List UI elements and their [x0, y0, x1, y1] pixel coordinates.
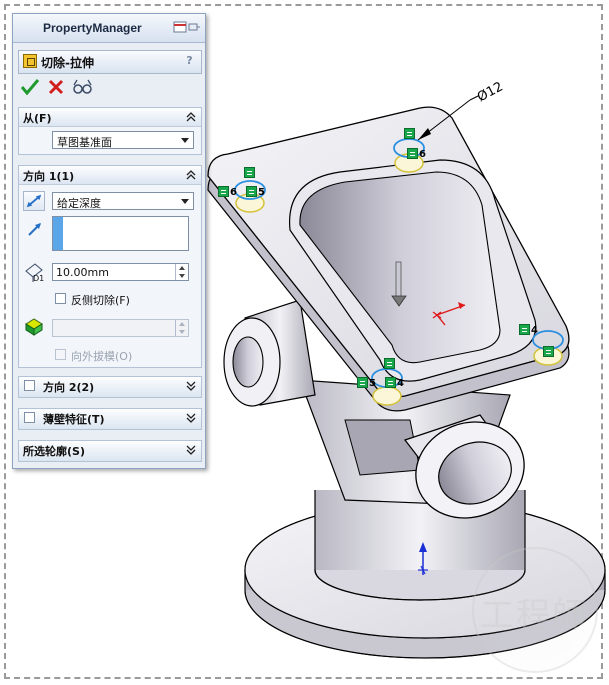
draft-outward-label: 向外拔模(O): [71, 350, 133, 363]
marker-label: 5: [258, 187, 265, 198]
selected-contours-section-header[interactable]: 所选轮廓(S): [19, 441, 201, 461]
direction1-section-header[interactable]: 方向 1(1): [19, 166, 201, 185]
reverse-direction-icon[interactable]: [23, 191, 45, 211]
draft-outward-checkbox[interactable]: 向外拔模(O): [55, 347, 185, 363]
feature-name: 切除-拉伸: [41, 56, 94, 70]
dropdown-arrow-icon: [181, 199, 189, 204]
checkbox-box[interactable]: [55, 349, 66, 360]
marker-label: 4: [397, 378, 404, 389]
panel-title-bar: PropertyManager: [13, 14, 205, 43]
action-buttons: [19, 76, 119, 98]
thin-feature-section-header[interactable]: 薄壁特征(T): [19, 409, 201, 429]
thin-feature-checkbox[interactable]: [24, 412, 35, 423]
from-section-label: 从(F): [23, 112, 52, 125]
equal-marker[interactable]: [218, 186, 229, 197]
left-boss: [223, 299, 316, 407]
panel-title: PropertyManager: [43, 21, 142, 35]
draft-spinner[interactable]: [175, 320, 188, 336]
marker-label: 6: [230, 187, 237, 198]
direction2-section: 方向 2(2): [18, 376, 202, 398]
direction1-section-label: 方向 1(1): [23, 170, 75, 183]
equal-marker[interactable]: [246, 186, 257, 197]
direction2-checkbox[interactable]: [24, 380, 35, 391]
depth-icon-label: D1: [33, 274, 45, 283]
selected-contours-section: 所选轮廓(S): [18, 440, 202, 462]
selected-contours-label: 所选轮廓(S): [23, 445, 85, 458]
marker-label: 6: [419, 149, 426, 160]
cut-extrude-icon: [23, 54, 37, 68]
equal-marker[interactable]: [385, 377, 396, 388]
equal-marker[interactable]: [519, 324, 530, 335]
draft-icon[interactable]: [24, 316, 44, 336]
direction-vector-icon: [28, 223, 41, 236]
dropdown-arrow-icon: [181, 138, 189, 143]
flip-side-to-cut-checkbox[interactable]: 反侧切除(F): [55, 291, 185, 307]
feature-header: 切除-拉伸 ?: [18, 50, 202, 74]
thin-feature-section-label: 薄壁特征(T): [43, 413, 105, 426]
direction-vector-list[interactable]: [52, 216, 189, 251]
checkbox-box[interactable]: [55, 293, 66, 304]
coincident-marker[interactable]: [244, 167, 255, 178]
chevron-down-icon[interactable]: [185, 412, 197, 424]
marker-label: 4: [531, 325, 538, 336]
direction2-section-label: 方向 2(2): [43, 381, 95, 394]
coincident-marker[interactable]: [384, 358, 395, 369]
flip-side-label: 反侧切除(F): [71, 294, 130, 307]
start-condition-select[interactable]: 草图基准面: [52, 131, 194, 149]
chevron-down-icon[interactable]: [185, 380, 197, 392]
help-button[interactable]: ?: [183, 54, 196, 68]
direction2-section-header[interactable]: 方向 2(2): [19, 377, 201, 397]
selection-indicator: [53, 217, 63, 250]
depth-input[interactable]: 10.00mm: [52, 263, 189, 281]
cancel-x-icon[interactable]: [45, 76, 67, 98]
property-manager-panel: PropertyManager 切除-拉伸 ? 从(F) 草图基准面 方向 1(…: [12, 13, 206, 469]
thin-feature-section: 薄壁特征(T): [18, 408, 202, 430]
direction1-section: 方向 1(1) 给定深度 D1 10.00mm 反侧切除(F) 向外拔模(O): [18, 165, 202, 368]
chevron-up-icon[interactable]: [185, 111, 197, 123]
watermark-text: 工程師: [480, 596, 588, 636]
end-condition-select[interactable]: 给定深度: [52, 192, 194, 210]
chevron-down-icon[interactable]: [185, 444, 197, 456]
ok-checkmark-icon[interactable]: [19, 76, 41, 98]
equal-marker[interactable]: [357, 377, 368, 388]
pin-icon[interactable]: [173, 20, 201, 34]
marker-label: 5: [369, 378, 376, 389]
coincident-marker[interactable]: [404, 128, 415, 139]
draft-angle-input[interactable]: [52, 319, 189, 337]
chevron-up-icon[interactable]: [185, 169, 197, 181]
end-condition-value: 给定深度: [57, 197, 101, 210]
equal-marker[interactable]: [407, 148, 418, 159]
depth-value: 10.00mm: [56, 266, 109, 279]
from-section-header[interactable]: 从(F): [19, 108, 201, 127]
preview-glasses-icon[interactable]: [71, 76, 93, 98]
from-section: 从(F) 草图基准面: [18, 107, 202, 155]
depth-spinner[interactable]: [175, 264, 188, 280]
start-condition-value: 草图基准面: [57, 136, 112, 149]
coincident-marker[interactable]: [543, 346, 554, 357]
